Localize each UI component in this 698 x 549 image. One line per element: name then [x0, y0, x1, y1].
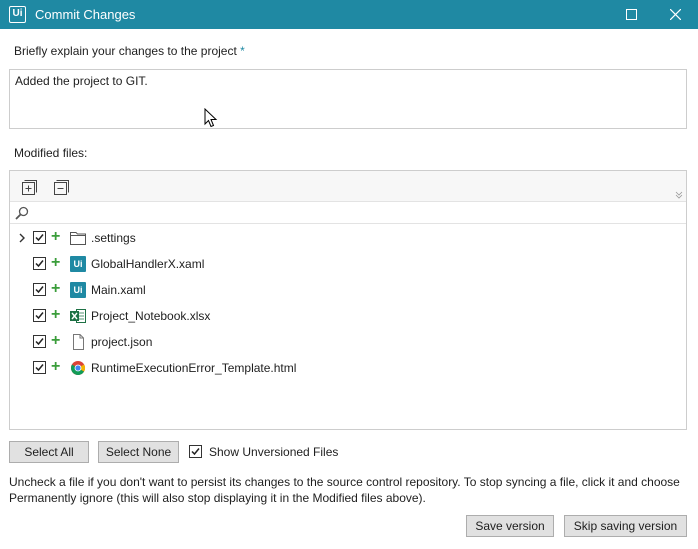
required-marker: * — [240, 44, 245, 58]
maximize-icon — [625, 9, 637, 20]
file-name: Main.xaml — [91, 283, 146, 297]
modified-files-tree: + .settings + Ui GlobalHandlerX.xaml + U… — [9, 170, 687, 430]
file-checkbox[interactable] — [33, 257, 46, 270]
file-row[interactable]: + Project_Notebook.xlsx — [10, 303, 686, 329]
uipath-file-icon: Ui — [70, 256, 86, 272]
expand-all-icon[interactable] — [22, 180, 37, 195]
select-none-button[interactable]: Select None — [98, 441, 179, 463]
file-name: project.json — [91, 335, 153, 349]
file-row[interactable]: + Ui Main.xaml — [10, 277, 686, 303]
file-row[interactable]: + RuntimeExecutionError_Template.html — [10, 355, 686, 381]
skip-saving-version-button[interactable]: Skip saving version — [564, 515, 687, 537]
maximize-button[interactable] — [609, 0, 653, 29]
close-icon — [669, 9, 681, 20]
uipath-file-icon: Ui — [70, 282, 86, 298]
added-status-icon: + — [51, 254, 61, 271]
chevron-right-icon[interactable] — [17, 232, 27, 244]
description-label: Briefly explain your changes to the proj… — [14, 44, 245, 58]
tree-search-row[interactable] — [10, 202, 686, 224]
added-status-icon: + — [51, 280, 61, 297]
commit-message-input[interactable]: Added the project to GIT. — [9, 69, 687, 129]
folder-icon — [70, 232, 86, 245]
checkmark-icon — [191, 448, 200, 456]
file-checkbox[interactable] — [33, 231, 46, 244]
excel-file-icon — [70, 309, 86, 323]
search-icon — [15, 206, 29, 220]
mouse-pointer-icon — [204, 108, 218, 128]
file-name: Project_Notebook.xlsx — [91, 309, 211, 323]
file-name: GlobalHandlerX.xaml — [91, 257, 205, 271]
file-checkbox[interactable] — [33, 283, 46, 296]
file-row[interactable]: + .settings — [10, 225, 686, 251]
file-checkbox[interactable] — [33, 335, 46, 348]
description-label-text: Briefly explain your changes to the proj… — [14, 44, 237, 58]
document-file-icon — [73, 334, 84, 350]
title-bar: Ui Commit Changes — [0, 0, 698, 29]
file-checkbox[interactable] — [33, 361, 46, 374]
added-status-icon: + — [51, 358, 61, 375]
file-row[interactable]: + Ui GlobalHandlerX.xaml — [10, 251, 686, 277]
modified-files-label: Modified files: — [14, 146, 88, 160]
save-version-button[interactable]: Save version — [466, 515, 554, 537]
window-title: Commit Changes — [35, 7, 136, 22]
chevron-down-icon — [675, 191, 683, 199]
select-all-button[interactable]: Select All — [9, 441, 89, 463]
file-row[interactable]: + project.json — [10, 329, 686, 355]
added-status-icon: + — [51, 332, 61, 349]
file-name: RuntimeExecutionError_Template.html — [91, 361, 297, 375]
chrome-file-icon — [71, 361, 85, 375]
added-status-icon: + — [51, 306, 61, 323]
tree-toolbar — [10, 171, 686, 202]
show-unversioned-checkbox[interactable] — [189, 445, 202, 458]
close-button[interactable] — [653, 0, 697, 29]
added-status-icon: + — [51, 228, 61, 245]
info-text: Uncheck a file if you don't want to pers… — [9, 475, 680, 505]
file-name: .settings — [91, 231, 136, 245]
file-checkbox[interactable] — [33, 309, 46, 322]
uipath-logo-icon: Ui — [9, 6, 26, 23]
show-unversioned-label[interactable]: Show Unversioned Files — [209, 445, 338, 459]
collapse-all-icon[interactable] — [54, 180, 69, 195]
